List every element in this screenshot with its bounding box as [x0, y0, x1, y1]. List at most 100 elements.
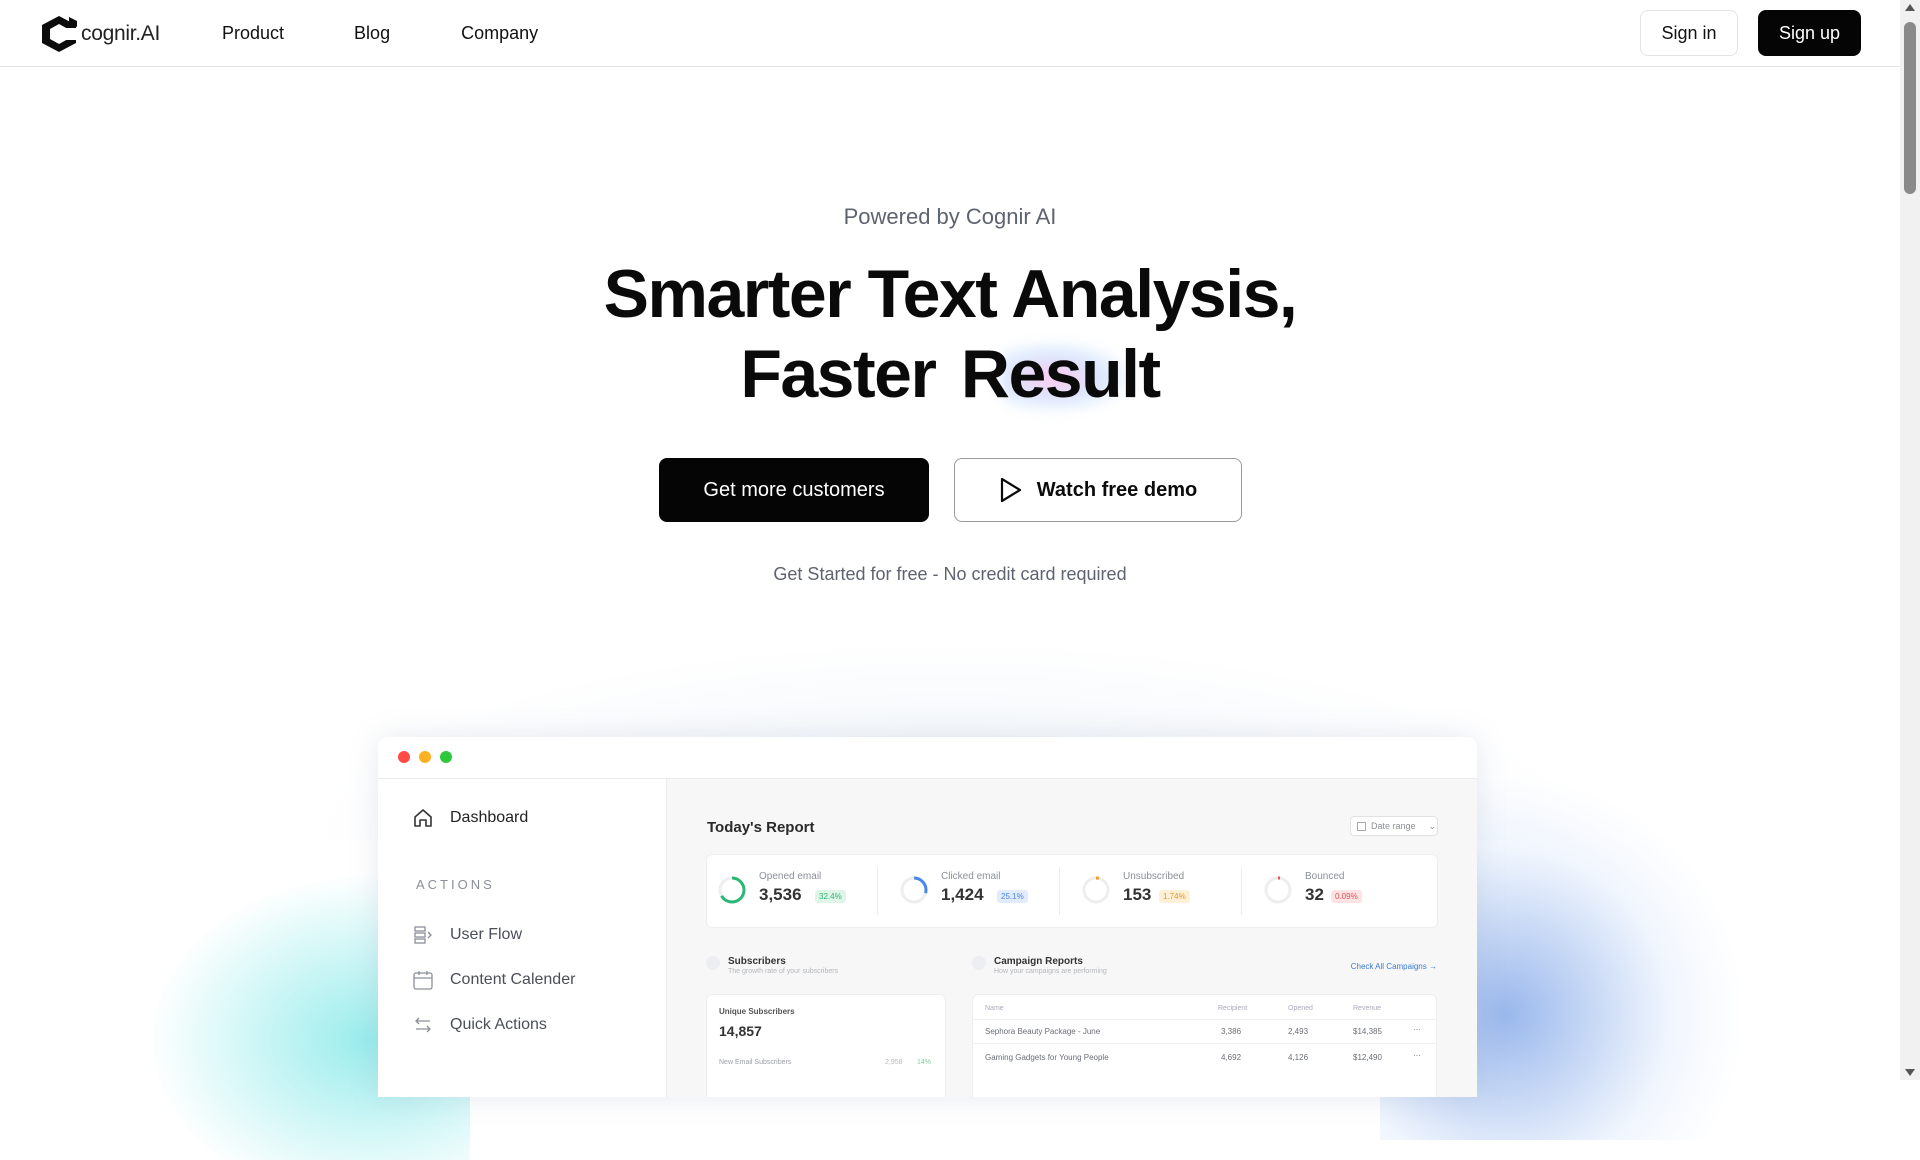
- card-title: Campaign Reports: [994, 956, 1083, 967]
- flow-icon: [414, 926, 432, 944]
- stat-percent-badge: 32.4%: [815, 890, 846, 903]
- campaigns-table: Name Recipient Opened Revenue Sephora Be…: [972, 994, 1437, 1097]
- window-titlebar: [378, 737, 1477, 779]
- page-scrollbar[interactable]: [1900, 0, 1920, 1080]
- unique-subscribers-value: 14,857: [719, 1023, 762, 1039]
- brand-name: cognir.AI: [81, 22, 161, 45]
- stat-percent-badge: 25.1%: [997, 890, 1028, 903]
- date-range-select[interactable]: Date range ⌄: [1350, 816, 1438, 836]
- sidebar-label: Dashboard: [450, 809, 529, 826]
- campaign-reports-card: Campaign Reports How your campaigns are …: [972, 954, 1437, 1097]
- headline-line-2: Faster Result: [0, 334, 1900, 414]
- table-cell: 4,126: [1288, 1053, 1309, 1062]
- table-cell: Sephora Beauty Package - June: [985, 1027, 1101, 1036]
- new-subscribers-label: New Email Subscribers: [719, 1059, 792, 1066]
- sidebar-item-quick-actions[interactable]: Quick Actions: [412, 1014, 547, 1036]
- app-main: Today's Report Date range ⌄ Opened email…: [667, 779, 1477, 1097]
- document-icon: [972, 956, 986, 970]
- divider: [973, 1019, 1436, 1020]
- stat-value: 32: [1305, 885, 1324, 904]
- home-icon: [414, 809, 432, 827]
- sidebar-item-user-flow[interactable]: User Flow: [412, 924, 522, 946]
- stat-label: Bounced: [1305, 871, 1345, 882]
- table-cell: $14,385: [1353, 1027, 1382, 1036]
- nav-company[interactable]: Company: [461, 23, 538, 44]
- app-sidebar: Dashboard ACTIONS User Flow Content Cale…: [378, 779, 667, 1097]
- brand-logo[interactable]: cognir.AI: [38, 14, 160, 54]
- progress-ring-icon: [718, 876, 746, 904]
- stat-opened: Opened email 3,536 32.4%: [707, 869, 887, 913]
- scroll-down-arrow-icon[interactable]: [1905, 1069, 1915, 1076]
- stat-percent-badge: 0.09%: [1331, 890, 1362, 903]
- headline-word-faster: Faster: [740, 336, 937, 412]
- app-preview-window: Dashboard ACTIONS User Flow Content Cale…: [378, 737, 1477, 1097]
- stat-value: 153: [1123, 885, 1152, 904]
- watch-demo-button[interactable]: Watch free demo: [954, 458, 1242, 522]
- column-header: Opened: [1288, 1005, 1313, 1012]
- stat-bounced: Bounced 32 0.09%: [1253, 869, 1433, 913]
- headline-word-result: Result: [960, 336, 1161, 412]
- nav-blog[interactable]: Blog: [354, 23, 390, 44]
- nav-product[interactable]: Product: [222, 23, 284, 44]
- stat-label: Unsubscribed: [1123, 871, 1185, 882]
- card-title: Subscribers: [728, 956, 786, 967]
- powered-by-text: Powered by Cognir AI: [843, 204, 1057, 229]
- check-all-campaigns-link[interactable]: Check All Campaigns →: [1351, 962, 1437, 971]
- calendar-icon: [1357, 821, 1366, 831]
- report-title: Today's Report: [707, 819, 815, 836]
- stat-label: Opened email: [759, 871, 822, 882]
- stat-clicked: Clicked email 1,424 25.1%: [889, 869, 1069, 913]
- date-range-label: Date range: [1371, 821, 1416, 831]
- card-subtitle: The growth rate of your subscribers: [728, 968, 839, 975]
- free-start-note: Get Started for free - No credit card re…: [773, 564, 1127, 584]
- sidebar-label: User Flow: [450, 926, 523, 943]
- column-header: Recipient: [1218, 1005, 1248, 1012]
- sign-up-button[interactable]: Sign up: [1758, 10, 1861, 56]
- subscribers-box: Unique Subscribers 14,857 New Email Subs…: [706, 994, 946, 1097]
- sign-in-button[interactable]: Sign in: [1640, 10, 1738, 56]
- column-header: Revenue: [1353, 1005, 1382, 1012]
- table-cell: 3,386: [1221, 1027, 1242, 1036]
- minimize-dot-icon: [419, 751, 431, 763]
- stat-value: 3,536: [759, 885, 802, 904]
- sidebar-item-content-calender[interactable]: Content Calender: [412, 969, 575, 991]
- user-icon: [706, 956, 720, 970]
- actions-heading: ACTIONS: [416, 877, 495, 892]
- chevron-down-icon: ⌄: [1428, 820, 1437, 831]
- hero-headline: Smarter Text Analysis, Faster Result: [0, 254, 1900, 414]
- divider: [1059, 867, 1060, 915]
- scroll-up-arrow-icon[interactable]: [1905, 4, 1915, 11]
- stat-value: 1,424: [941, 885, 984, 904]
- link-label: Check All Campaigns: [1350, 962, 1427, 971]
- sidebar-label: Content Calender: [450, 971, 576, 988]
- card-subtitle: How your campaigns are performing: [994, 968, 1107, 975]
- progress-ring-icon: [900, 876, 928, 904]
- sidebar-label: Quick Actions: [450, 1016, 547, 1033]
- stats-card: Opened email 3,536 32.4% Clicked email 1…: [706, 854, 1438, 928]
- stat-unsubscribed: Unsubscribed 153 1.74%: [1071, 869, 1251, 913]
- swap-arrows-icon: [415, 1017, 431, 1033]
- close-dot-icon: [398, 751, 410, 763]
- play-icon: [1000, 477, 1021, 503]
- new-subscribers-pct: 14%: [917, 1059, 932, 1066]
- get-more-customers-button[interactable]: Get more customers: [659, 458, 929, 522]
- scroll-thumb[interactable]: [1904, 22, 1916, 194]
- sidebar-item-dashboard[interactable]: Dashboard: [412, 807, 528, 829]
- watch-demo-label: Watch free demo: [1036, 478, 1198, 501]
- divider: [1241, 867, 1242, 915]
- subscribers-card: Subscribers The growth rate of your subs…: [706, 954, 946, 1097]
- headline-line-1: Smarter Text Analysis,: [603, 256, 1298, 332]
- maximize-dot-icon: [440, 751, 452, 763]
- new-subscribers-value: 2,958: [885, 1059, 903, 1066]
- table-cell: 4,692: [1221, 1053, 1242, 1062]
- top-navbar: cognir.AI Product Blog Company Sign in S…: [0, 0, 1900, 67]
- progress-ring-icon: [1264, 876, 1292, 904]
- main-nav: Product Blog Company: [222, 0, 608, 67]
- column-header: Name: [985, 1005, 1004, 1012]
- more-icon[interactable]: ···: [1413, 1025, 1421, 1034]
- unique-subscribers-label: Unique Subscribers: [719, 1007, 795, 1016]
- stat-percent-badge: 1.74%: [1159, 890, 1190, 903]
- divider: [877, 867, 878, 915]
- stat-label: Clicked email: [941, 871, 1001, 882]
- more-icon[interactable]: ···: [1413, 1051, 1421, 1060]
